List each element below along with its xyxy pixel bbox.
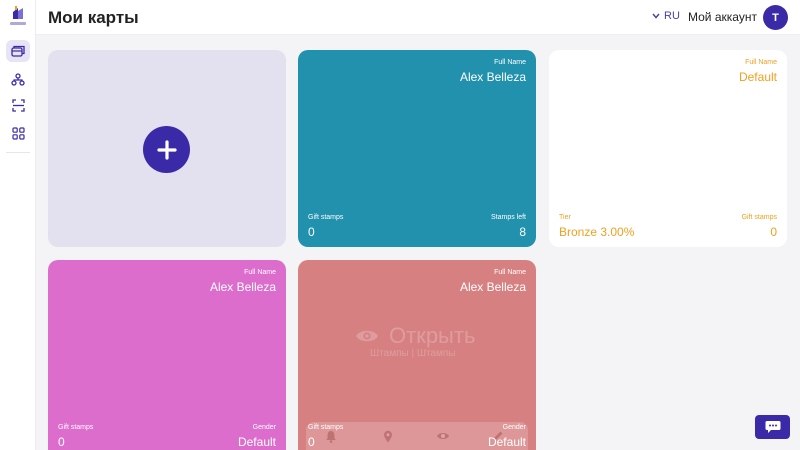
plus-icon — [156, 139, 177, 160]
open-card-label: Открыть — [389, 323, 476, 348]
account-link[interactable]: Мой аккаунт — [688, 10, 757, 24]
gift-stamps-label: Gift stamps — [308, 214, 344, 221]
bell-icon — [326, 430, 336, 443]
add-card-button[interactable] — [143, 126, 190, 173]
app-logo[interactable] — [10, 6, 26, 28]
full-name-value: Alex Belleza — [459, 70, 526, 84]
language-selector[interactable]: RU — [652, 10, 680, 22]
sidebar-item-cards[interactable] — [6, 40, 30, 62]
full-name-value: Alex Belleza — [459, 280, 526, 294]
gift-stamps-label: Gift stamps — [741, 214, 777, 221]
full-name-label: Full Name — [244, 269, 276, 276]
sidebar — [0, 0, 36, 450]
grid-icon — [11, 126, 25, 140]
eye-icon — [437, 433, 449, 439]
notifications-action[interactable] — [324, 429, 338, 443]
eye-icon — [356, 330, 378, 342]
scan-icon — [11, 98, 25, 112]
logo-icon — [13, 6, 23, 19]
topbar: Мои карты RU Мой аккаунт T — [36, 0, 800, 35]
gender-value: Default — [237, 435, 276, 449]
gift-stamps-value: 0 — [58, 435, 65, 449]
card-type-caption: Штампы | Штампы — [370, 348, 456, 359]
loyalty-card[interactable]: Full Name Alex Belleza Gift stamps 0 Sta… — [298, 50, 536, 247]
sidebar-item-network[interactable] — [6, 68, 30, 90]
gender-label: Gender — [252, 424, 276, 431]
gender-label: Gender — [502, 424, 526, 431]
sidebar-item-apps[interactable] — [6, 122, 30, 144]
loyalty-card-hovered[interactable]: Full Name Alex Belleza Открыть Штампы | … — [298, 260, 536, 450]
sidebar-divider — [6, 152, 30, 153]
tier-value: Bronze 3.00% — [559, 225, 635, 239]
stamps-left-label: Stamps left — [490, 214, 526, 221]
full-name-value: Alex Belleza — [209, 280, 276, 294]
gift-stamps-label: Gift stamps — [308, 424, 344, 431]
location-action[interactable] — [381, 429, 395, 443]
sidebar-item-scan[interactable] — [6, 94, 30, 116]
gift-stamps-label: Gift stamps — [58, 424, 94, 431]
loyalty-card[interactable]: Full Name Alex Belleza Gift stamps 0 Gen… — [48, 260, 286, 450]
avatar[interactable]: T — [763, 5, 788, 30]
full-name-label: Full Name — [494, 59, 526, 66]
loyalty-card[interactable]: Full Name Default Tier Bronze 3.00% Gift… — [549, 50, 787, 247]
preview-action[interactable] — [436, 429, 450, 443]
gift-stamps-value: 0 — [770, 225, 777, 239]
page-title: Мои карты — [48, 8, 139, 27]
gift-stamps-value: 0 — [308, 435, 315, 449]
gift-stamps-value: 0 — [308, 225, 315, 239]
stamps-left-value: 8 — [519, 225, 526, 239]
chevron-down-icon — [652, 13, 660, 19]
full-name-label: Full Name — [494, 269, 526, 276]
add-card-tile[interactable] — [48, 50, 286, 247]
logo-wordmark — [10, 22, 26, 25]
language-label: RU — [664, 10, 680, 22]
chat-bubble-icon — [765, 421, 780, 433]
full-name-value: Default — [738, 70, 777, 84]
full-name-label: Full Name — [745, 59, 777, 66]
support-chat-button[interactable] — [755, 415, 790, 439]
gender-value: Default — [487, 435, 526, 449]
open-card-button[interactable]: Открыть — [355, 323, 475, 349]
network-icon — [11, 72, 25, 86]
cards-icon — [11, 45, 25, 57]
location-pin-icon — [384, 430, 392, 442]
tier-label: Tier — [559, 214, 571, 221]
